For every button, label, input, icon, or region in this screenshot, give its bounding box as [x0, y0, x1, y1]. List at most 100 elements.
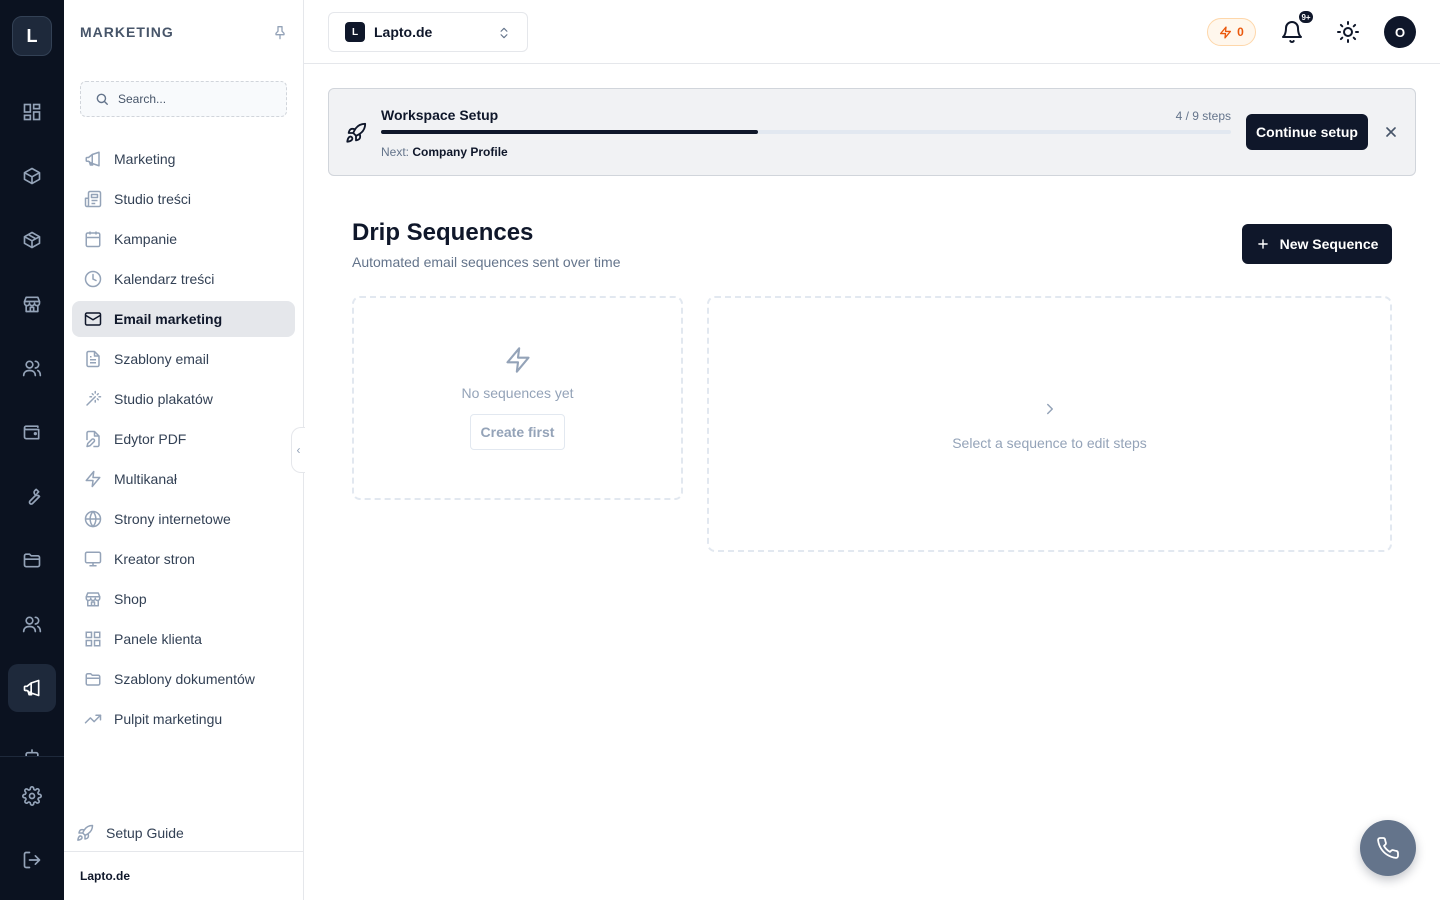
sun-icon[interactable]: [1336, 20, 1360, 44]
clock-icon: [84, 270, 102, 288]
wrench-icon[interactable]: [8, 472, 56, 520]
chevron-right-icon: [1041, 400, 1059, 418]
close-icon[interactable]: [1383, 124, 1399, 140]
phone-icon: [1377, 837, 1399, 859]
sidebar-item-label: Kreator stron: [114, 551, 195, 567]
sidebar-item-edytor-pdf[interactable]: Edytor PDF: [72, 421, 295, 457]
megaphone-icon[interactable]: [8, 664, 56, 712]
sidebar-item-label: Kalendarz treści: [114, 271, 215, 287]
sidebar-item-label: Panele klienta: [114, 631, 202, 647]
sidebar-item-studio-tresci[interactable]: Studio treści: [72, 181, 295, 217]
sidebar-item-email-marketing[interactable]: Email marketing: [72, 301, 295, 337]
zap-icon: [1220, 25, 1232, 39]
sidebar-item-szablony-email[interactable]: Szablony email: [72, 341, 295, 377]
sidebar-item-label: Email marketing: [114, 311, 223, 327]
sequence-editor-panel: Select a sequence to edit steps: [707, 296, 1392, 552]
continue-setup-button[interactable]: Continue setup: [1246, 114, 1368, 150]
sidebar-item-label: Studio plakatów: [114, 391, 213, 407]
gear-icon[interactable]: [8, 772, 56, 820]
setup-guide-link[interactable]: Setup Guide: [76, 816, 184, 850]
sidebar-item-label: Multikanał: [114, 471, 178, 487]
mail-icon: [84, 312, 102, 326]
trending-up-icon: [84, 714, 102, 724]
search-icon: [95, 92, 109, 106]
new-sequence-label: New Sequence: [1279, 236, 1379, 252]
robot-icon[interactable]: [8, 728, 56, 756]
sidebar-item-label: Marketing: [114, 151, 176, 167]
sidebar-item-label: Szablony email: [114, 351, 209, 367]
workspace-name: Lapto.de: [374, 24, 433, 40]
sidebar-item-marketing[interactable]: Marketing: [72, 141, 295, 177]
next-value: Company Profile: [412, 145, 508, 159]
sidebar-item-kreator-stron[interactable]: Kreator stron: [72, 541, 295, 577]
credits-count: 0: [1237, 25, 1244, 39]
new-sequence-button[interactable]: New Sequence: [1242, 224, 1392, 264]
store-icon: [85, 592, 101, 607]
zap-icon: [504, 346, 532, 374]
sidebar-item-panele-klienta[interactable]: Panele klienta: [72, 621, 295, 657]
store-icon[interactable]: [8, 280, 56, 328]
phone-call-button[interactable]: [1360, 820, 1416, 876]
folder-icon[interactable]: [8, 536, 56, 584]
sidebar-collapse-handle[interactable]: ‹: [291, 427, 305, 473]
sidebar-nav: Marketing Studio treści Kampanie Kalenda…: [72, 141, 295, 741]
file-text-icon: [86, 350, 100, 368]
sidebar-item-label: Kampanie: [114, 231, 178, 247]
sidebar-item-kalendarz-tresci[interactable]: Kalendarz treści: [72, 261, 295, 297]
sidebar-item-label: Edytor PDF: [114, 431, 187, 447]
workspace-selector[interactable]: L Lapto.de: [328, 12, 528, 52]
icon-rail: L: [0, 0, 64, 900]
banner-next-step: Next: Company Profile: [381, 145, 508, 159]
sidebar-item-label: Shop: [114, 591, 147, 607]
sidebar-item-kampanie[interactable]: Kampanie: [72, 221, 295, 257]
workspace-setup-banner: Workspace Setup 4 / 9 steps Next: Compan…: [328, 88, 1416, 176]
app-logo[interactable]: L: [12, 16, 52, 56]
next-label: Next:: [381, 145, 410, 159]
sidebar-item-szablony-dokumentow[interactable]: Szablony dokumentów: [72, 661, 295, 697]
sidebar-item-label: Szablony dokumentów: [114, 671, 255, 687]
sidebar-header: MARKETING: [80, 22, 288, 42]
sidebar-title: MARKETING: [80, 24, 174, 40]
logout-icon[interactable]: [8, 836, 56, 884]
setup-guide-label: Setup Guide: [106, 825, 184, 841]
credits-badge[interactable]: 0: [1207, 18, 1256, 46]
search-input[interactable]: [118, 92, 268, 106]
sidebar-item-label: Strony internetowe: [114, 511, 231, 527]
banner-title: Workspace Setup: [381, 107, 499, 123]
folder-icon: [85, 673, 101, 686]
file-edit-icon: [86, 430, 100, 448]
sidebar-item-label: Studio treści: [114, 191, 192, 207]
megaphone-icon: [85, 151, 100, 167]
box-icon[interactable]: [8, 152, 56, 200]
sidebar-item-studio-plakatow[interactable]: Studio plakatów: [72, 381, 295, 417]
setup-progress-bar: [381, 130, 1231, 134]
grid-icon[interactable]: [8, 88, 56, 136]
grid-icon: [85, 631, 101, 647]
page-subtitle: Automated email sequences sent over time: [352, 254, 621, 270]
package-icon[interactable]: [8, 216, 56, 264]
newspaper-icon: [84, 190, 102, 208]
zap-icon: [85, 470, 101, 488]
page-title: Drip Sequences: [352, 219, 534, 246]
sidebar-item-shop[interactable]: Shop: [72, 581, 295, 617]
plus-icon: [1257, 239, 1268, 249]
chevrons-up-down-icon: [497, 25, 511, 41]
sidebar-item-pulpit-marketingu[interactable]: Pulpit marketingu: [72, 701, 295, 737]
globe-icon: [84, 510, 102, 528]
sequences-list-panel: No sequences yet Create first: [352, 296, 683, 500]
wallet-icon[interactable]: [8, 408, 56, 456]
calendar-icon: [85, 231, 101, 248]
sidebar-search[interactable]: [80, 81, 287, 117]
top-bar: L Lapto.de 0 9+ O: [304, 0, 1440, 64]
sidebar: MARKETING Marketing Studio treści Kampan…: [64, 0, 304, 900]
users-icon[interactable]: [8, 344, 56, 392]
avatar[interactable]: O: [1384, 16, 1416, 48]
sidebar-item-multikanal[interactable]: Multikanał: [72, 461, 295, 497]
create-first-button[interactable]: Create first: [470, 414, 565, 450]
empty-state-text: No sequences yet: [461, 385, 574, 401]
rocket-icon: [77, 824, 94, 841]
pin-icon[interactable]: [272, 24, 288, 40]
sidebar-item-strony-internetowe[interactable]: Strony internetowe: [72, 501, 295, 537]
team-icon[interactable]: [8, 600, 56, 648]
wand-icon: [86, 390, 102, 406]
